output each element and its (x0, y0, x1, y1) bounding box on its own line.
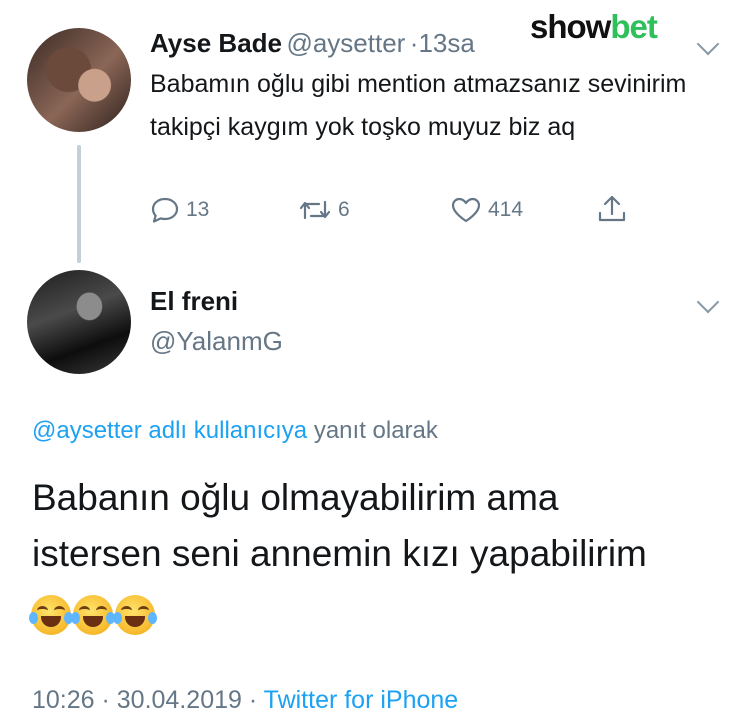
thread-connector-line (77, 145, 81, 263)
retweet-button[interactable]: 6 (298, 196, 350, 224)
tears-of-joy-emoji-icon (113, 595, 157, 635)
like-count: 414 (488, 198, 524, 221)
tweet1-header: Ayse Bade @aysetter ·13sa (150, 28, 475, 59)
tweet2-source[interactable]: Twitter for iPhone (264, 686, 459, 714)
retweet-icon (298, 196, 332, 224)
tweet1-author-handle[interactable]: @aysetter (286, 28, 405, 58)
tweet1-text: Babamın oğlu gibi mention atmazsanız sev… (150, 70, 687, 141)
emoji-row (29, 595, 157, 635)
watermark-part2: bet (610, 8, 657, 45)
replying-to-line: @aysetter adlı kullanıcıya yanıt olarak (32, 417, 438, 445)
avatar-el-freni[interactable] (27, 270, 131, 374)
retweet-count: 6 (338, 198, 350, 221)
tweet2-footer: 10:26 · 30.04.2019 · Twitter for iPhone (32, 686, 458, 715)
tears-of-joy-emoji-icon (71, 595, 115, 635)
share-icon (596, 193, 628, 225)
tweet1-author-name[interactable]: Ayse Bade (150, 28, 282, 58)
tweet2-author-handle[interactable]: @YalanmG (150, 326, 283, 357)
reply-icon (150, 196, 180, 224)
reply-button[interactable]: 13 (150, 196, 209, 224)
tweet2-author-name[interactable]: El freni (150, 286, 238, 317)
tweet2-text-line2: istersen seni annemin kızı yapabilirim (32, 533, 647, 574)
reply-count: 13 (186, 198, 210, 221)
replying-to-text: yanıt olarak (313, 417, 438, 444)
share-button[interactable] (596, 193, 628, 225)
like-button[interactable]: 414 (450, 196, 523, 224)
tweet2-text-line1: Babanın oğlu olmayabilirim ama (32, 477, 559, 518)
tweet2-timestamp[interactable]: 10:26 · 30.04.2019 · (32, 686, 257, 714)
showbet-watermark: showbet (530, 8, 658, 46)
avatar-ayse-bade[interactable] (27, 28, 131, 132)
heart-icon (450, 196, 482, 224)
tears-of-joy-emoji-icon (29, 595, 73, 635)
tweet1-time[interactable]: 13sa (418, 28, 474, 58)
tweet1-chevron-down-icon[interactable] (696, 32, 720, 56)
replying-to-link[interactable]: @aysetter adlı kullanıcıya (32, 417, 307, 444)
tweet2-chevron-down-icon[interactable] (696, 290, 720, 314)
tweet2-text: Babanın oğlu olmayabilirim ama istersen … (32, 470, 722, 582)
watermark-part1: show (530, 8, 611, 45)
